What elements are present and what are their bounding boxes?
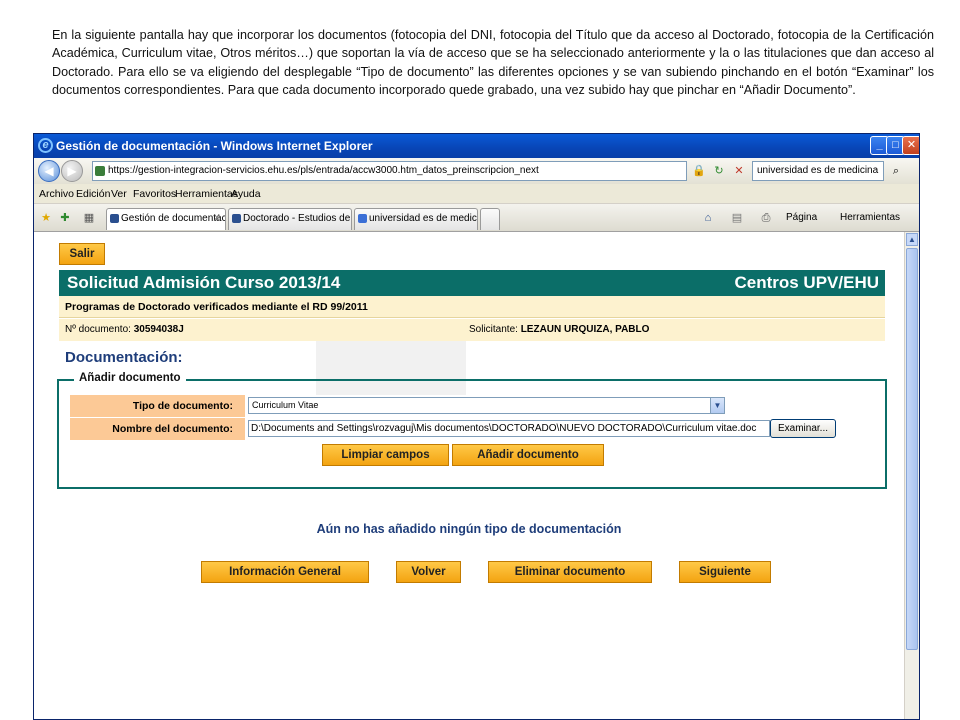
tab-favicon-icon [358, 214, 367, 223]
ie-logo-icon: e [38, 138, 53, 153]
tab-search[interactable]: universidad es de medicina - ... [354, 208, 478, 230]
tab-favicon-icon [110, 214, 119, 223]
tab-close-icon[interactable]: X [213, 209, 220, 229]
search-input[interactable]: universidad es de medicina [752, 161, 884, 181]
quick-tabs-icon[interactable]: ▦ [80, 208, 98, 228]
scroll-thumb[interactable] [906, 248, 918, 650]
ie-window: e Gestión de documentación - Windows Int… [33, 133, 920, 720]
window-title: Gestión de documentación - Windows Inter… [56, 139, 373, 153]
address-url: https://gestion-integracion-servicios.eh… [108, 165, 539, 176]
feeds-icon[interactable]: ▤ [728, 208, 746, 228]
tab-label: Gestión de documentación [121, 213, 225, 224]
page-menu[interactable]: Página [786, 209, 817, 227]
banner-title: Solicitud Admisión Curso 2013/14 [67, 273, 341, 292]
header-banner: Solicitud Admisión Curso 2013/14 Centros… [59, 270, 885, 296]
doc-number-value: 30594038J [133, 324, 184, 335]
doc-type-label: Tipo de documento: [70, 395, 245, 417]
menu-edicion[interactable]: Edición [76, 184, 110, 204]
search-icon[interactable]: ⌕ [887, 161, 905, 181]
menu-favoritos[interactable]: Favoritos [133, 184, 176, 204]
browse-button[interactable]: Examinar... [770, 419, 836, 438]
title-bar: e Gestión de documentación - Windows Int… [34, 134, 919, 158]
fieldset-legend: Añadir documento [74, 372, 186, 384]
new-tab-button[interactable] [480, 208, 500, 230]
chevron-down-icon[interactable]: ▼ [710, 398, 724, 413]
menu-ayuda[interactable]: Ayuda [231, 184, 261, 204]
banner-centers: Centros UPV/EHU [734, 273, 879, 292]
home-icon[interactable]: ⌂ [699, 208, 717, 228]
favorites-star-icon[interactable]: ★ [37, 208, 55, 228]
empty-message: Aún no has añadido ningún tipo de docume… [316, 522, 622, 536]
lock-icon[interactable]: 🔒 [690, 161, 708, 181]
address-toolbar: ◀ ▶ https://gestion-integracion-servicio… [34, 158, 919, 184]
doc-type-value: Curriculum Vitae [252, 400, 319, 410]
clear-fields-button[interactable]: Limpiar campos [322, 444, 449, 466]
tab-doctorado[interactable]: Doctorado - Estudios de Post... [228, 208, 352, 230]
forward-button[interactable]: ▶ [61, 160, 83, 182]
tab-label: Doctorado - Estudios de Post... [243, 213, 351, 224]
doc-type-select[interactable]: Curriculum Vitae ▼ [248, 397, 725, 414]
tab-gestion[interactable]: Gestión de documentación X [106, 208, 226, 230]
delete-document-button[interactable]: Eliminar documento [488, 561, 652, 583]
doc-number-label: Nº documento: [65, 324, 131, 335]
slide: En la siguiente pantalla hay que incorpo… [0, 0, 960, 720]
page-viewport: Salir Solicitud Admisión Curso 2013/14 C… [34, 232, 904, 719]
back-page-button[interactable]: Volver [396, 561, 461, 583]
add-favorites-icon[interactable]: ✚ [56, 208, 74, 228]
menu-archivo[interactable]: Archivo [39, 184, 74, 204]
tab-label: universidad es de medicina - ... [369, 213, 477, 224]
stop-icon[interactable]: ✕ [730, 161, 748, 181]
tab-favicon-icon [232, 214, 241, 223]
applicant-value: LEZAUN URQUIZA, PABLO [520, 324, 650, 335]
close-button[interactable]: ✕ [902, 136, 919, 155]
programs-bar: Programas de Doctorado verificados media… [59, 296, 885, 318]
print-icon[interactable]: ⎙ [757, 208, 775, 228]
scroll-up-icon[interactable]: ▲ [906, 233, 918, 246]
back-button[interactable]: ◀ [38, 160, 60, 182]
tab-bar: ★ ✚ ▦ Gestión de documentación X Doctora… [34, 204, 919, 232]
tools-menu[interactable]: Herramientas [840, 209, 900, 227]
add-document-button[interactable]: Añadir documento [452, 444, 604, 466]
doc-name-label: Nombre del documento: [70, 418, 245, 440]
next-button[interactable]: Siguiente [679, 561, 771, 583]
address-bar[interactable]: https://gestion-integracion-servicios.eh… [92, 161, 687, 181]
vertical-scrollbar[interactable]: ▲ [904, 232, 919, 719]
salir-button[interactable]: Salir [59, 243, 105, 265]
applicant-bar: Nº documento: 30594038J Solicitante: LEZ… [59, 319, 885, 341]
applicant-label: Solicitante: [469, 324, 518, 335]
general-info-button[interactable]: Información General [201, 561, 369, 583]
file-path-input[interactable]: D:\Documents and Settings\rozvaguj\Mis d… [248, 420, 770, 437]
add-document-fieldset: Añadir documento Tipo de documento: Curr… [57, 372, 887, 489]
section-title: Documentación: [65, 349, 183, 366]
refresh-icon[interactable]: ↻ [710, 161, 728, 181]
menu-ver[interactable]: Ver [111, 184, 127, 204]
page-icon [95, 166, 105, 176]
menu-herramientas[interactable]: Herramientas [175, 184, 238, 204]
menu-bar: Archivo Edición Ver Favoritos Herramient… [34, 184, 919, 204]
intro-paragraph: En la siguiente pantalla hay que incorpo… [52, 28, 934, 98]
